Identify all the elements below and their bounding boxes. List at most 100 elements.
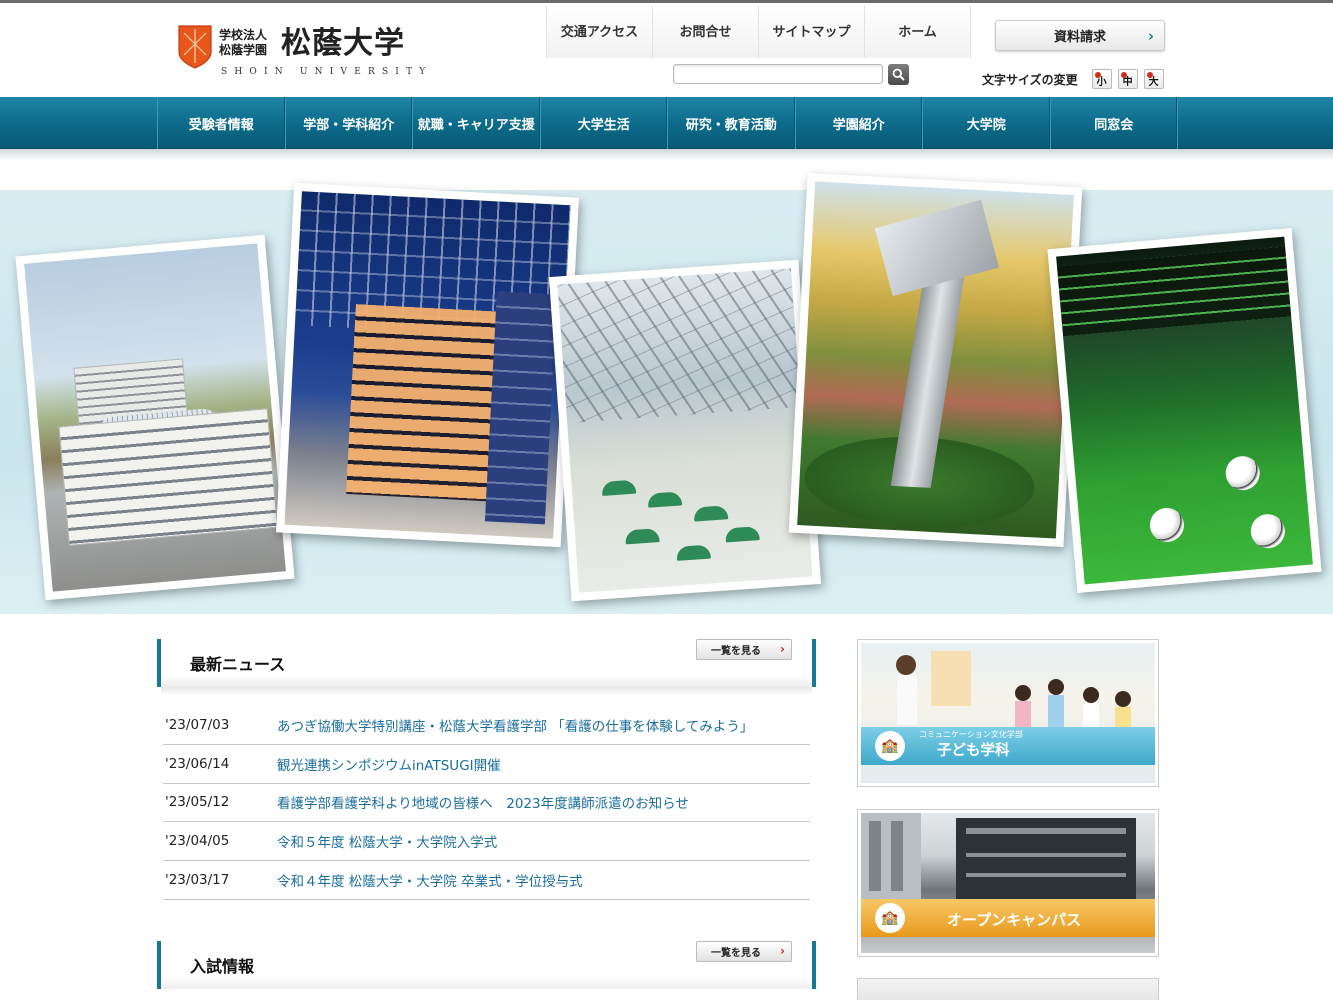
news-date: '23/05/12	[165, 794, 230, 811]
news-item: '23/06/14 観光連携シンポジウムinATSUGI開催	[163, 745, 810, 784]
building-illustration	[861, 813, 1136, 903]
chevron-right-icon: ›	[1147, 27, 1154, 45]
news-list: '23/07/03 あつぎ協働大学特別講座・松蔭大学看護学部 「看護の仕事を体験…	[163, 706, 810, 900]
logo-corp-name: 学校法人 松蔭学園	[219, 28, 267, 58]
university-logo[interactable]: 学校法人 松蔭学園 松蔭大学 SHOIN UNIVERSITY	[178, 25, 428, 80]
global-nav: 受験者情報 学部・学科紹介 就職・キャリア支援 大学生活 研究・教育活動 学園紹…	[0, 97, 1333, 149]
gnav-research[interactable]: 研究・教育活動	[668, 97, 796, 149]
news-date: '23/07/03	[165, 716, 230, 733]
search-input[interactable]	[673, 64, 883, 84]
open-campus-banner[interactable]: 🏫 オープンキャンパス ››	[857, 809, 1159, 957]
search-button[interactable]	[888, 64, 909, 85]
hero-photo-campus	[15, 234, 295, 601]
red-dot-icon	[1146, 72, 1153, 78]
news-title-link[interactable]: 令和５年度 松蔭大学・大学院入学式	[277, 831, 497, 851]
exam-view-all-label: 一覧を見る	[711, 948, 761, 959]
news-item: '23/03/17 令和４年度 松蔭大学・大学院 卒業式・学位授与式	[163, 861, 810, 900]
font-size-medium-button[interactable]: 中	[1117, 69, 1138, 89]
util-nav-home[interactable]: ホーム	[865, 6, 971, 58]
request-materials-label: 資料請求	[1053, 30, 1106, 45]
red-dot-icon	[1120, 72, 1127, 78]
util-nav-access[interactable]: 交通アクセス	[547, 6, 653, 58]
red-dot-icon	[1094, 72, 1101, 78]
kids-classroom-image: 🏫 コミュニケーション文化学部 子ども学科 ››	[861, 643, 1155, 783]
plaza-umbrellas-image	[557, 268, 813, 593]
news-view-all-label: 一覧を見る	[711, 646, 761, 657]
news-title-link[interactable]: 令和４年度 松蔭大学・大学院 卒業式・学位授与式	[277, 870, 583, 890]
open-campus-title: オープンキャンパス	[947, 911, 1082, 929]
font-size-switcher: 文字サイズの変更 小 中 大	[982, 69, 1164, 89]
font-size-small-button[interactable]: 小	[1091, 69, 1112, 89]
gnav-campus-life[interactable]: 大学生活	[541, 97, 668, 149]
umbrella-shape	[693, 505, 729, 522]
news-date: '23/04/05	[165, 833, 230, 850]
logo-university-name: 松蔭大学	[281, 26, 405, 61]
umbrella-shape	[676, 544, 711, 561]
news-title-link[interactable]: あつぎ協働大学特別講座・松蔭大学看護学部 「看護の仕事を体験してみよう」	[277, 715, 753, 735]
request-materials-button[interactable]: 資料請求 ›	[995, 20, 1165, 51]
campus-building-image	[24, 243, 286, 592]
sculpture-garden-image	[797, 181, 1074, 539]
exam-section-header: 入試情報 一覧を見る ›	[157, 941, 816, 989]
search-icon	[892, 68, 905, 81]
news-section-title: 最新ニュース	[190, 655, 286, 674]
hero-photo-plaza	[548, 259, 822, 602]
nav-shadow	[0, 149, 1333, 161]
news-title-link[interactable]: 観光連携シンポジウムinATSUGI開催	[277, 754, 501, 774]
gnav-examinee-info[interactable]: 受験者情報	[158, 97, 286, 149]
gnav-about[interactable]: 学園紹介	[796, 97, 923, 149]
logo-corp-line2: 松蔭学園	[219, 43, 268, 57]
font-size-label: 文字サイズの変更	[982, 72, 1078, 87]
gnav-graduate-school[interactable]: 大学院	[923, 97, 1051, 149]
gnav-faculties[interactable]: 学部・学科紹介	[286, 97, 413, 149]
site-header: 学校法人 松蔭学園 松蔭大学 SHOIN UNIVERSITY 交通アクセス お…	[0, 0, 1333, 97]
logo-corp-line1: 学校法人	[219, 28, 268, 42]
section-divider	[161, 687, 812, 695]
soccer-ball-icon	[1148, 506, 1186, 544]
chevron-right-icon: ›	[780, 944, 785, 958]
news-view-all-button[interactable]: 一覧を見る ›	[696, 639, 792, 660]
chevron-right-icon: ›	[780, 642, 785, 656]
exam-section-title: 入試情報	[190, 957, 255, 976]
atrium-night-image	[284, 191, 571, 539]
util-nav-sitemap[interactable]: サイトマップ	[759, 6, 865, 58]
umbrella-shape	[624, 528, 660, 545]
exam-view-all-button[interactable]: 一覧を見る ›	[696, 941, 792, 962]
shield-logo-icon	[178, 25, 212, 69]
sidebar-banner-partial[interactable]	[857, 978, 1159, 1000]
building-icon: 🏫	[875, 731, 905, 761]
building-icon: 🏫	[875, 903, 905, 933]
logo-english-name: SHOIN UNIVERSITY	[221, 67, 433, 77]
util-nav-contact[interactable]: お問合せ	[653, 6, 759, 58]
hero-photo-atrium-night	[276, 182, 579, 548]
roof-grid-shape	[557, 268, 801, 424]
kids-banner-strip: 🏫 コミュニケーション文化学部 子ども学科 ››	[861, 727, 1155, 765]
news-item: '23/07/03 あつぎ協働大学特別講座・松蔭大学看護学部 「看護の仕事を体験…	[163, 706, 810, 745]
lit-building-shape	[346, 304, 506, 502]
campus-building-image: 🏫 オープンキャンパス ››	[861, 813, 1155, 953]
soccer-ball-icon	[1224, 454, 1262, 492]
kids-department-banner[interactable]: 🏫 コミュニケーション文化学部 子ども学科 ››	[857, 639, 1159, 787]
hero-photo-collage	[0, 173, 1333, 614]
umbrella-shape	[647, 491, 683, 508]
soccer-ball-icon	[1249, 512, 1287, 550]
umbrella-shape	[724, 526, 760, 543]
news-date: '23/06/14	[165, 755, 230, 772]
sculpture-top-shape	[874, 199, 1000, 296]
gym-soccer-image	[1056, 236, 1313, 585]
news-date: '23/03/17	[165, 872, 230, 889]
building-shape	[484, 291, 557, 525]
gnav-career-support[interactable]: 就職・キャリア支援	[413, 97, 541, 149]
utility-nav: 交通アクセス お問合せ サイトマップ ホーム	[546, 6, 971, 58]
children-illustration	[896, 651, 1131, 731]
font-size-large-button[interactable]: 大	[1143, 69, 1164, 89]
gnav-alumni[interactable]: 同窓会	[1051, 97, 1178, 149]
news-title-link[interactable]: 看護学部看護学科より地域の皆様へ 2023年度講師派遣のお知らせ	[277, 792, 689, 812]
ceiling-lights-shape	[1056, 246, 1292, 337]
news-item: '23/04/05 令和５年度 松蔭大学・大学院入学式	[163, 822, 810, 862]
hero-photo-gym	[1047, 227, 1322, 594]
global-nav-items: 受験者情報 学部・学科紹介 就職・キャリア支援 大学生活 研究・教育活動 学園紹…	[157, 97, 1178, 149]
umbrella-shape	[601, 479, 637, 496]
news-item: '23/05/12 看護学部看護学科より地域の皆様へ 2023年度講師派遣のお知…	[163, 784, 810, 823]
open-campus-strip: 🏫 オープンキャンパス ››	[861, 899, 1155, 937]
